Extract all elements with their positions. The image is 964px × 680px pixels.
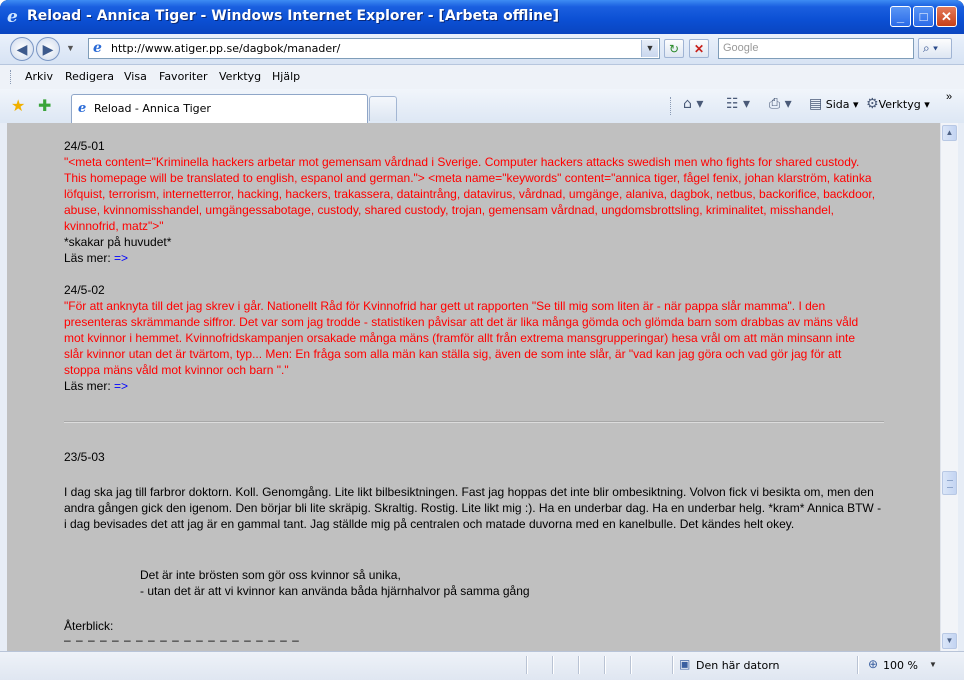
search-placeholder: Google — [723, 42, 759, 54]
new-tab-button[interactable] — [369, 96, 397, 121]
tab-bar: ★ ✚ e Reload - Annica Tiger ⌂ ▾ ☷ ▾ ⎙ ▾ … — [0, 89, 964, 124]
read-more-line: Läs mer: => — [64, 250, 128, 266]
quote-line: Det är inte brösten som gör oss kvinnor … — [140, 568, 401, 582]
tools-menu-button[interactable]: ⚙Verktyg ▾ — [866, 96, 930, 112]
url-text[interactable]: http://www.atiger.pp.se/dagbok/manader/ — [111, 42, 340, 55]
menu-hjalp[interactable]: Hjälp — [272, 70, 300, 83]
window-frame-right — [957, 123, 964, 651]
zoom-dropdown-icon[interactable]: ▼ — [929, 660, 937, 669]
feeds-button[interactable]: ☷ ▾ — [726, 96, 750, 112]
tab-label: Reload - Annica Tiger — [94, 102, 211, 115]
menu-bar: Arkiv Redigera Visa Favoriter Verktyg Hj… — [0, 65, 964, 90]
status-bar: ▣ Den här datorn ⊕ 100 % ▼ — [0, 651, 964, 680]
computer-zone-icon: ▣ — [679, 657, 691, 671]
entry-text: *skakar på huvudet* — [64, 235, 172, 249]
status-divider — [578, 656, 580, 674]
menu-favoriter[interactable]: Favoriter — [159, 70, 207, 83]
security-zone[interactable]: Den här datorn — [696, 659, 780, 672]
status-divider — [604, 656, 606, 674]
maximize-button[interactable]: □ — [913, 6, 934, 27]
menu-visa[interactable]: Visa — [124, 70, 147, 83]
read-more-link[interactable]: => — [114, 251, 128, 265]
vertical-scrollbar[interactable]: ▲ ▼ — [940, 123, 958, 651]
add-favorite-icon[interactable]: ✚ — [38, 96, 51, 116]
read-more-label: Läs mer: — [64, 251, 111, 265]
status-divider — [672, 656, 674, 674]
favorites-star-icon[interactable]: ★ — [11, 96, 25, 116]
window-frame-left — [0, 123, 7, 651]
horizontal-rule — [64, 421, 884, 423]
recent-pages-dropdown[interactable]: ▼ — [66, 43, 75, 53]
status-divider — [552, 656, 554, 674]
browser-window: e Reload - Annica Tiger - Windows Intern… — [0, 0, 964, 680]
feeds-icon: ☷ ▾ — [726, 96, 751, 112]
scroll-down-button[interactable]: ▼ — [942, 633, 957, 649]
forward-button[interactable]: ▶ — [36, 37, 60, 61]
stop-button[interactable]: ✕ — [689, 39, 709, 58]
tab-ie-icon: e — [78, 101, 87, 116]
quote-line: - utan det är att vi kvinnor kan använda… — [140, 584, 530, 598]
tools-menu-label: Verktyg ▾ — [878, 98, 930, 111]
menu-redigera[interactable]: Redigera — [65, 70, 114, 83]
page-icon: ▤ — [809, 96, 823, 112]
dash-divider: – – – – – – – – – – – – – – – – – – – – — [64, 633, 300, 647]
status-divider — [630, 656, 632, 674]
more-commands-chevron-icon[interactable]: » — [946, 91, 952, 103]
gear-icon: ⚙ — [866, 96, 879, 112]
entry-text: I dag ska jag till farbror doktorn. Koll… — [64, 485, 882, 531]
menu-arkiv[interactable]: Arkiv — [25, 70, 53, 83]
tab-reload[interactable]: e Reload - Annica Tiger — [71, 94, 368, 123]
read-more-label: Läs mer: — [64, 379, 111, 393]
read-more-link[interactable]: => — [114, 379, 128, 393]
zoom-icon: ⊕ — [868, 657, 879, 671]
address-dropdown-button[interactable]: ▼ — [641, 40, 658, 57]
search-button[interactable]: ⌕ ▾ — [918, 38, 952, 59]
status-divider — [526, 656, 528, 674]
page-icon: e — [93, 40, 102, 56]
entry-quote-red: "För att anknyta till det jag skrev i gå… — [64, 299, 859, 377]
menu-verktyg[interactable]: Verktyg — [219, 70, 261, 83]
zoom-level[interactable]: 100 % — [883, 659, 918, 672]
address-toolbar: ◀ ▶ ▼ e http://www.atiger.pp.se/dagbok/m… — [0, 34, 964, 65]
address-field[interactable]: e http://www.atiger.pp.se/dagbok/manader… — [88, 38, 660, 59]
status-divider — [857, 656, 859, 674]
grip-icon — [947, 480, 953, 488]
entry-date: 23/5-03 — [64, 450, 105, 464]
back-button[interactable]: ◀ — [10, 37, 34, 61]
read-more-line: Läs mer: => — [64, 378, 128, 394]
scroll-thumb[interactable] — [942, 471, 957, 495]
refresh-button[interactable]: ↻ — [664, 39, 684, 58]
page-content[interactable]: 24/5-01 "<meta content="Kriminella hacke… — [7, 123, 940, 651]
minimize-button[interactable]: _ — [890, 6, 911, 27]
entry-date: 24/5-01 — [64, 139, 105, 153]
home-icon: ⌂ ▾ — [683, 96, 704, 112]
entry-date: 24/5-02 — [64, 283, 105, 297]
toolbar-grip[interactable] — [10, 70, 13, 84]
window-title: Reload - Annica Tiger - Windows Internet… — [27, 8, 559, 24]
print-icon: ⎙ ▾ — [769, 96, 792, 112]
title-bar[interactable]: e Reload - Annica Tiger - Windows Intern… — [0, 0, 964, 34]
toolbar-separator — [670, 97, 673, 115]
entry-quote-red: "<meta content="Kriminella hackers arbet… — [64, 155, 876, 233]
close-button[interactable]: ✕ — [936, 6, 957, 27]
ie-logo-icon: e — [7, 7, 18, 27]
home-button[interactable]: ⌂ ▾ — [683, 96, 703, 112]
scroll-up-button[interactable]: ▲ — [942, 125, 957, 141]
page-menu-button[interactable]: ▤ Sida ▾ — [809, 96, 859, 112]
print-button[interactable]: ⎙ ▾ — [769, 96, 792, 112]
page-menu-label: Sida ▾ — [825, 98, 859, 111]
search-input[interactable]: Google — [718, 38, 914, 59]
